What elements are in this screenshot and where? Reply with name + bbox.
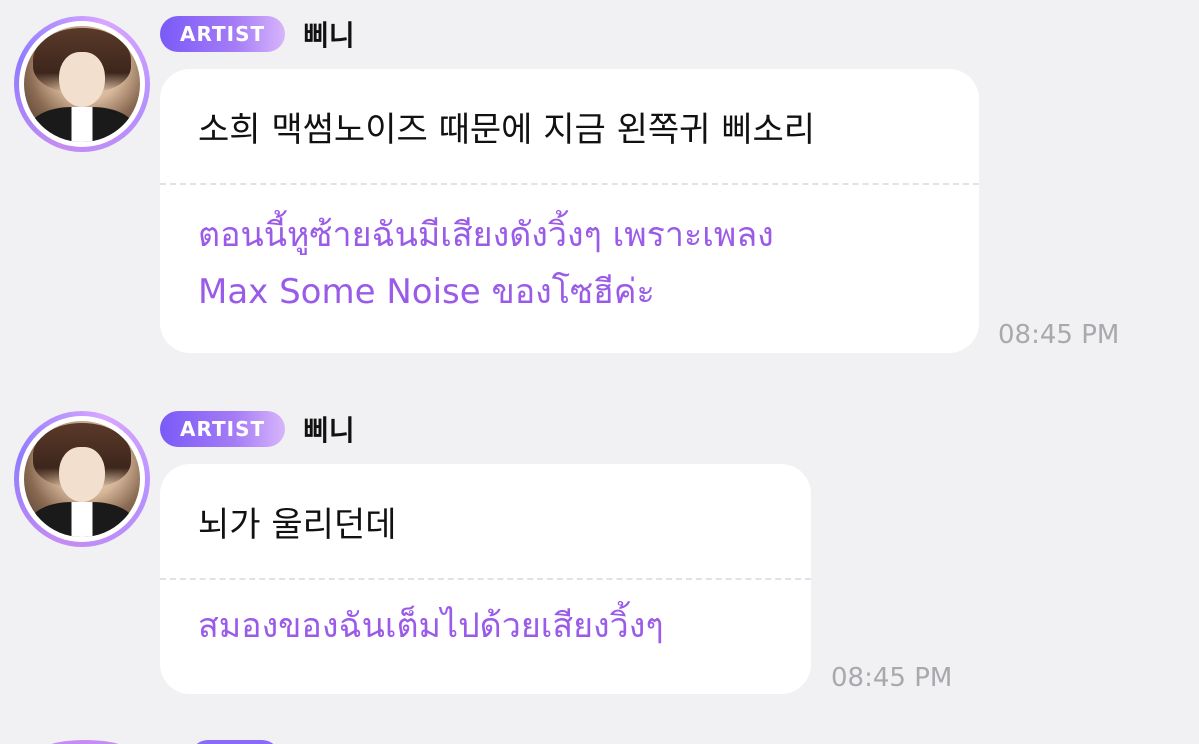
avatar-frame [19,21,145,147]
next-message-peek [0,736,1199,744]
message-timestamp: 08:45 PM [998,320,1120,350]
message-timestamp: 08:45 PM [831,663,953,693]
sender-name[interactable]: 삐니 [303,14,355,54]
sender-name[interactable]: 삐니 [303,409,355,449]
message-header: ARTIST 삐니 [160,16,355,52]
artist-badge-peek [190,740,280,744]
message-bubble[interactable]: 뇌가 울리던데 สมองของฉันเต็มไปด้วยเสียงวิ้งๆ [160,464,811,694]
translation-text: ตอนนี้หูซ้ายฉันมีเสียงดังวิ้งๆ เพราะเพลง… [160,185,979,321]
avatar-photo [24,26,140,142]
avatar-photo [24,421,140,537]
artist-badge: ARTIST [160,16,286,52]
message-bubble[interactable]: 소희 맥썸노이즈 때문에 지금 왼쪽귀 삐소리 ตอนนี้หูซ้ายฉันม… [160,69,979,353]
artist-badge: ARTIST [160,411,286,447]
translation-text: สมองของฉันเต็มไปด้วยเสียงวิ้งๆ [160,580,811,655]
translation-line: ตอนนี้หูซ้ายฉันมีเสียงดังวิ้งๆ เพราะเพลง [198,215,774,255]
original-text: 소희 맥썸노이즈 때문에 지금 왼쪽귀 삐소리 [198,109,816,150]
original-text: 뇌가 울리던데 [198,504,397,545]
avatar[interactable] [14,16,150,152]
chat-screen: ARTIST 삐니 소희 맥썸노이즈 때문에 지금 왼쪽귀 삐소리 ตอนนี้… [0,0,1199,744]
avatar-frame [19,416,145,542]
message-header: ARTIST 삐니 [160,411,355,447]
avatar-peek [40,740,130,744]
translation-line: สมองของฉันเต็มไปด้วยเสียงวิ้งๆ [198,606,664,646]
avatar[interactable] [14,411,150,547]
translation-line: Max Some Noise ของโซฮีค่ะ [198,272,655,312]
